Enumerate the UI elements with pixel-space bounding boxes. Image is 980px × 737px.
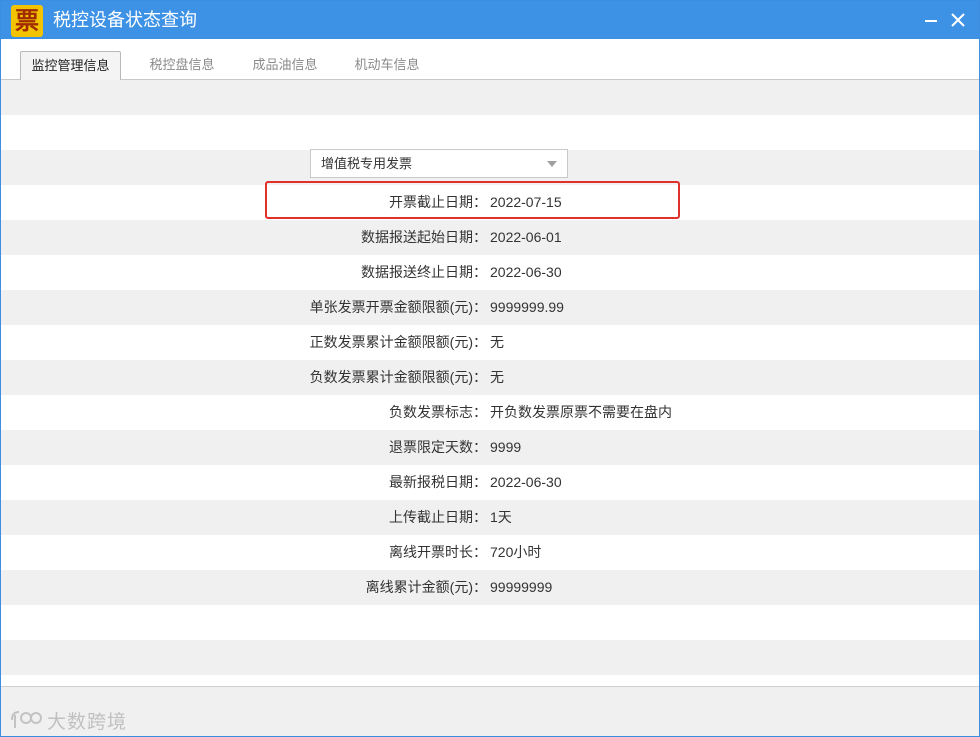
field-label: 负数发票累计金额限额(元)： [309, 369, 487, 385]
field-label: 数据报送起始日期： [361, 229, 487, 245]
chevron-down-icon [547, 161, 557, 167]
tab-refined-oil-info[interactable]: 成品油信息 [239, 51, 331, 79]
status-footer: 大数跨境 [1, 686, 979, 736]
empty-row [1, 605, 979, 640]
minimize-icon [925, 20, 937, 22]
field-value: 2022-07-15 [490, 194, 562, 210]
empty-row [1, 640, 979, 675]
field-value: 2022-06-30 [490, 264, 562, 280]
field-value: 720小时 [490, 544, 542, 560]
field-value: 9999 [490, 439, 522, 455]
info-row-negative-invoice-flag: 负数发票标志： 开负数发票原票不需要在盘内 [1, 395, 979, 430]
field-value: 无 [490, 369, 504, 385]
tab-motor-vehicle-info[interactable]: 机动车信息 [341, 51, 433, 79]
field-value: 2022-06-30 [490, 474, 562, 490]
tab-monitoring-info[interactable]: 监控管理信息 [20, 51, 121, 81]
close-icon [951, 13, 965, 27]
field-value: 1天 [490, 509, 512, 525]
info-row-report-end-date: 数据报送终止日期： 2022-06-30 [1, 255, 979, 290]
field-label: 负数发票标志： [389, 404, 487, 420]
title-bar: 票 税控设备状态查询 [1, 1, 979, 39]
empty-row [1, 115, 979, 150]
info-row-negative-cumulative-limit: 负数发票累计金额限额(元)： 无 [1, 360, 979, 395]
field-label: 单张发票开票金额限额(元)： [309, 299, 487, 315]
window-title: 税控设备状态查询 [53, 10, 197, 30]
monitoring-info-panel: 增值税专用发票 开票截止日期： 2022-07-15 数据报送起始日期： 202… [1, 80, 979, 686]
field-label: 最新报税日期： [389, 474, 487, 490]
invoice-type-select-value: 增值税专用发票 [321, 156, 413, 171]
info-row-offline-cumulative-amount: 离线累计金额(元)： 99999999 [1, 570, 979, 605]
field-label: 离线累计金额(元)： [365, 579, 487, 595]
field-label: 数据报送终止日期： [361, 264, 487, 280]
info-row-offline-invoicing-duration: 离线开票时长： 720小时 [1, 535, 979, 570]
field-value: 开负数发票原票不需要在盘内 [490, 404, 672, 420]
field-value: 9999999.99 [490, 299, 564, 315]
tab-tax-disk-info[interactable]: 税控盘信息 [136, 51, 228, 79]
info-row-latest-tax-report-date: 最新报税日期： 2022-06-30 [1, 465, 979, 500]
close-button[interactable] [945, 7, 971, 33]
info-row-refund-days-limit: 退票限定天数： 9999 [1, 430, 979, 465]
field-label: 开票截止日期： [389, 194, 487, 210]
field-label: 离线开票时长： [389, 544, 487, 560]
info-row-invoice-deadline: 开票截止日期： 2022-07-15 [1, 185, 979, 220]
watermark-text: 大数跨境 [47, 711, 128, 733]
field-label: 正数发票累计金额限额(元)： [309, 334, 487, 350]
info-row-upload-deadline: 上传截止日期： 1天 [1, 500, 979, 535]
field-label: 退票限定天数： [389, 439, 487, 455]
minimize-button[interactable] [918, 7, 944, 33]
invoice-type-select[interactable]: 增值税专用发票 [310, 149, 568, 178]
info-row-single-invoice-limit: 单张发票开票金额限额(元)： 9999999.99 [1, 290, 979, 325]
field-value: 2022-06-01 [490, 229, 562, 245]
query-window: 票 税控设备状态查询 监控管理信息 税控盘信息 成品油信息 机动车信息 增值税专… [0, 0, 980, 737]
tab-bar: 监控管理信息 税控盘信息 成品油信息 机动车信息 [1, 39, 979, 81]
info-row-positive-cumulative-limit: 正数发票累计金额限额(元)： 无 [1, 325, 979, 360]
app-ticket-icon: 票 [11, 5, 43, 37]
field-value: 无 [490, 334, 504, 350]
field-value: 99999999 [490, 579, 553, 595]
field-label: 上传截止日期： [389, 509, 487, 525]
watermark-logo-icon [11, 711, 42, 728]
empty-row [1, 80, 979, 115]
info-row-report-start-date: 数据报送起始日期： 2022-06-01 [1, 220, 979, 255]
watermark: 大数跨境 [9, 707, 127, 733]
